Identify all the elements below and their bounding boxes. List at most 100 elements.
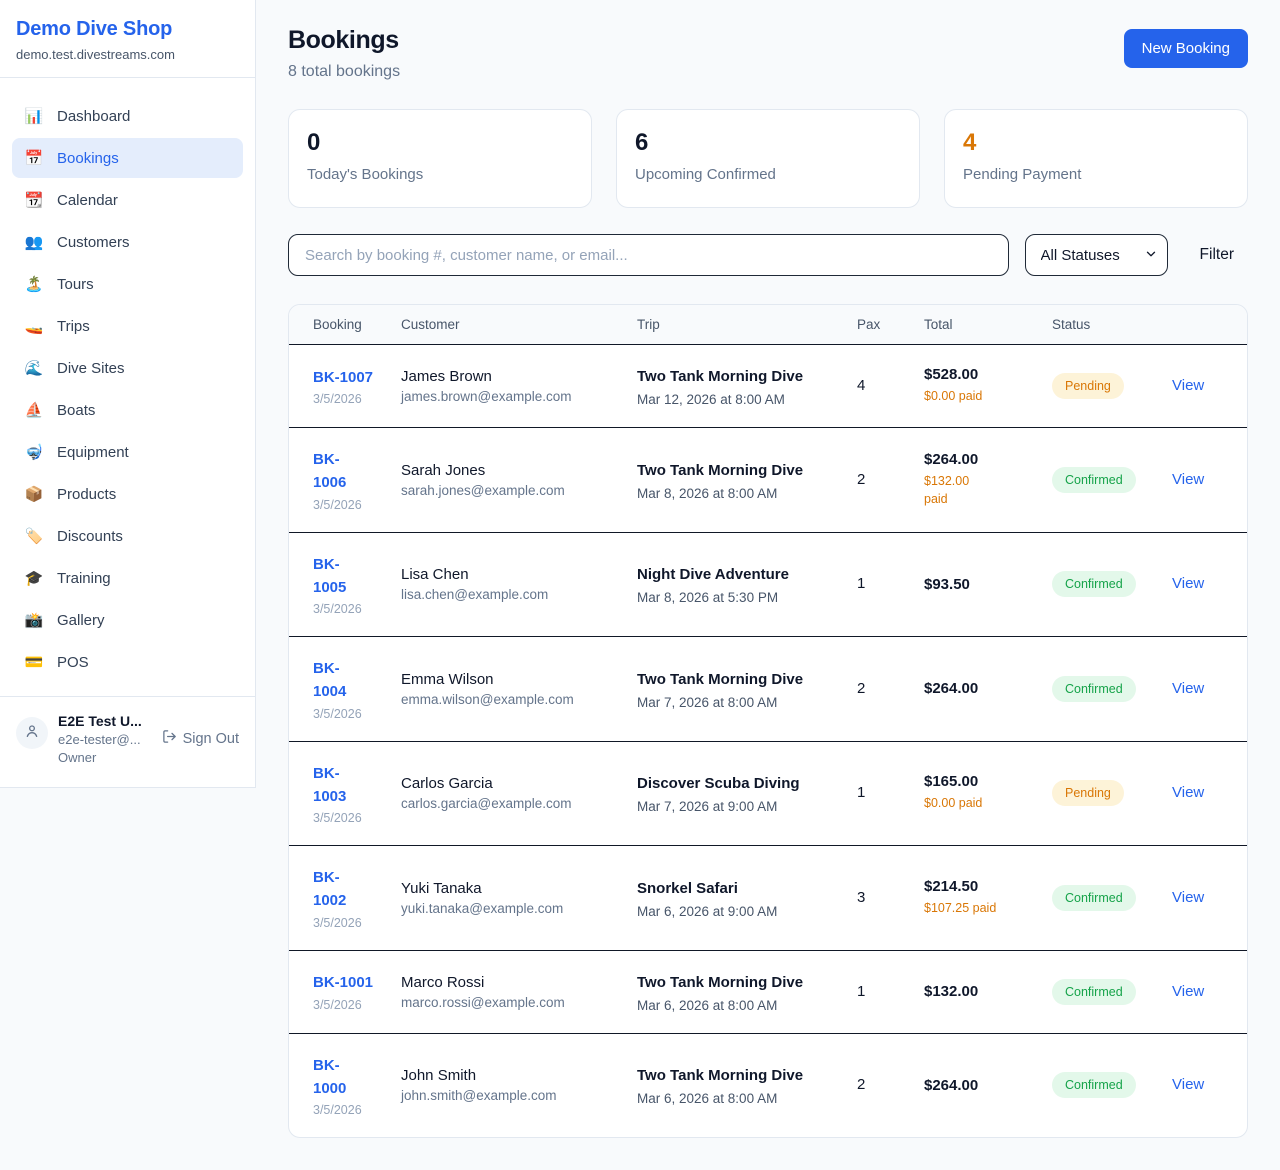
booking-id-link[interactable]: BK- 1003 <box>313 762 346 809</box>
view-link[interactable]: View <box>1172 377 1204 394</box>
stat-label: Upcoming Confirmed <box>635 166 901 183</box>
booking-id-link[interactable]: BK- 1006 <box>313 448 346 495</box>
trip-name: Two Tank Morning Dive <box>637 365 813 389</box>
stat-card-today-s-bookings: 0 Today's Bookings <box>288 109 592 208</box>
filter-button[interactable]: Filter <box>1200 246 1234 264</box>
sidebar-item-customers[interactable]: 👥 Customers <box>12 222 243 262</box>
customer-name: Emma Wilson <box>401 671 629 688</box>
trip-name: Discover Scuba Diving <box>637 772 813 796</box>
customer-email: marco.rossi@example.com <box>401 995 629 1010</box>
total-amount: $165.00 <box>924 773 1044 790</box>
booking-date: 3/5/2026 <box>313 498 393 512</box>
customer-email: emma.wilson@example.com <box>401 692 629 707</box>
view-link[interactable]: View <box>1172 575 1204 592</box>
view-link[interactable]: View <box>1172 471 1204 488</box>
search-input[interactable] <box>288 234 1009 276</box>
bookings-table: Booking Customer Trip Pax Total Status B… <box>289 305 1247 1137</box>
booking-id-link[interactable]: BK- 1005 <box>313 553 346 600</box>
boats-icon: ⛵ <box>24 401 44 419</box>
sidebar-item-calendar[interactable]: 📆 Calendar <box>12 180 243 220</box>
view-link[interactable]: View <box>1172 1076 1204 1093</box>
stats-row: 0 Today's Bookings 6 Upcoming Confirmed … <box>288 109 1248 208</box>
booking-date: 3/5/2026 <box>313 1103 393 1117</box>
pos-icon: 💳 <box>24 653 44 671</box>
dashboard-icon: 📊 <box>24 107 44 125</box>
pax-count: 3 <box>857 889 865 906</box>
sidebar-item-discounts[interactable]: 🏷️ Discounts <box>12 516 243 556</box>
booking-id-link[interactable]: BK-1001 <box>313 971 373 994</box>
sidebar-item-label: Dive Sites <box>57 360 125 377</box>
booking-id-link[interactable]: BK-1007 <box>313 366 373 389</box>
trip-name: Two Tank Morning Dive <box>637 971 813 995</box>
customer-name: Yuki Tanaka <box>401 880 629 897</box>
trip-name: Night Dive Adventure <box>637 563 813 587</box>
col-header-status: Status <box>1052 305 1172 345</box>
sidebar: Demo Dive Shop demo.test.divestreams.com… <box>0 0 256 788</box>
pax-count: 2 <box>857 471 865 488</box>
sidebar-item-gallery[interactable]: 📸 Gallery <box>12 600 243 640</box>
customer-name: Carlos Garcia <box>401 775 629 792</box>
discounts-icon: 🏷️ <box>24 527 44 545</box>
sidebar-item-label: Gallery <box>57 612 105 629</box>
table-row: BK- 1005 3/5/2026 Lisa Chen lisa.chen@ex… <box>289 532 1247 637</box>
sidebar-item-equipment[interactable]: 🤿 Equipment <box>12 432 243 472</box>
booking-id-link[interactable]: BK- 1004 <box>313 657 346 704</box>
sign-out-button[interactable]: Sign Out <box>162 729 239 748</box>
sidebar-item-boats[interactable]: ⛵ Boats <box>12 390 243 430</box>
sidebar-item-training[interactable]: 🎓 Training <box>12 558 243 598</box>
table-row: BK- 1003 3/5/2026 Carlos Garcia carlos.g… <box>289 741 1247 846</box>
new-booking-button[interactable]: New Booking <box>1124 29 1248 68</box>
booking-date: 3/5/2026 <box>313 602 393 616</box>
trip-datetime: Mar 6, 2026 at 9:00 AM <box>637 904 849 919</box>
sidebar-item-bookings[interactable]: 📅 Bookings <box>12 138 243 178</box>
sidebar-item-dive-sites[interactable]: 🌊 Dive Sites <box>12 348 243 388</box>
sidebar-item-label: Tours <box>57 276 94 293</box>
status-badge: Confirmed <box>1052 467 1136 493</box>
sidebar-item-dashboard[interactable]: 📊 Dashboard <box>12 96 243 136</box>
stat-value: 0 <box>307 129 573 157</box>
paid-amount: $0.00 paid <box>924 794 1044 813</box>
col-header-pax: Pax <box>857 305 924 345</box>
col-header-total: Total <box>924 305 1052 345</box>
status-badge: Confirmed <box>1052 676 1136 702</box>
bookings-table-card: Booking Customer Trip Pax Total Status B… <box>288 304 1248 1138</box>
sidebar-item-label: POS <box>57 654 89 671</box>
table-row: BK- 1006 3/5/2026 Sarah Jones sarah.jone… <box>289 428 1247 533</box>
bookings-icon: 📅 <box>24 149 44 167</box>
status-badge: Confirmed <box>1052 1072 1136 1098</box>
sidebar-item-trips[interactable]: 🚤 Trips <box>12 306 243 346</box>
sidebar-item-label: Dashboard <box>57 108 130 125</box>
paid-amount: $0.00 paid <box>924 387 1044 406</box>
view-link[interactable]: View <box>1172 983 1204 1000</box>
booking-id-link[interactable]: BK- 1000 <box>313 1054 346 1101</box>
sidebar-item-label: Equipment <box>57 444 129 461</box>
trip-datetime: Mar 8, 2026 at 8:00 AM <box>637 486 849 501</box>
view-link[interactable]: View <box>1172 680 1204 697</box>
status-badge: Confirmed <box>1052 979 1136 1005</box>
pax-count: 1 <box>857 983 865 1000</box>
trip-name: Snorkel Safari <box>637 877 813 901</box>
gallery-icon: 📸 <box>24 611 44 629</box>
sidebar-item-label: Trips <box>57 318 90 335</box>
total-amount: $528.00 <box>924 366 1044 383</box>
total-amount: $132.00 <box>924 983 1044 1000</box>
customers-icon: 👥 <box>24 233 44 251</box>
stat-value: 6 <box>635 129 901 157</box>
col-header-customer: Customer <box>401 305 637 345</box>
status-select[interactable]: All Statuses <box>1025 234 1168 276</box>
sidebar-item-pos[interactable]: 💳 POS <box>12 642 243 682</box>
customer-email: john.smith@example.com <box>401 1088 629 1103</box>
sidebar-item-tours[interactable]: 🏝️ Tours <box>12 264 243 304</box>
table-row: BK-1001 3/5/2026 Marco Rossi marco.rossi… <box>289 950 1247 1033</box>
sidebar-item-products[interactable]: 📦 Products <box>12 474 243 514</box>
view-link[interactable]: View <box>1172 889 1204 906</box>
customer-name: Sarah Jones <box>401 462 629 479</box>
booking-id-link[interactable]: BK- 1002 <box>313 866 346 913</box>
view-link[interactable]: View <box>1172 784 1204 801</box>
col-header-trip: Trip <box>637 305 857 345</box>
page-subtitle: 8 total bookings <box>288 63 400 81</box>
trip-datetime: Mar 7, 2026 at 8:00 AM <box>637 695 849 710</box>
table-row: BK- 1004 3/5/2026 Emma Wilson emma.wilso… <box>289 637 1247 742</box>
sidebar-item-label: Training <box>57 570 111 587</box>
table-row: BK- 1002 3/5/2026 Yuki Tanaka yuki.tanak… <box>289 846 1247 951</box>
